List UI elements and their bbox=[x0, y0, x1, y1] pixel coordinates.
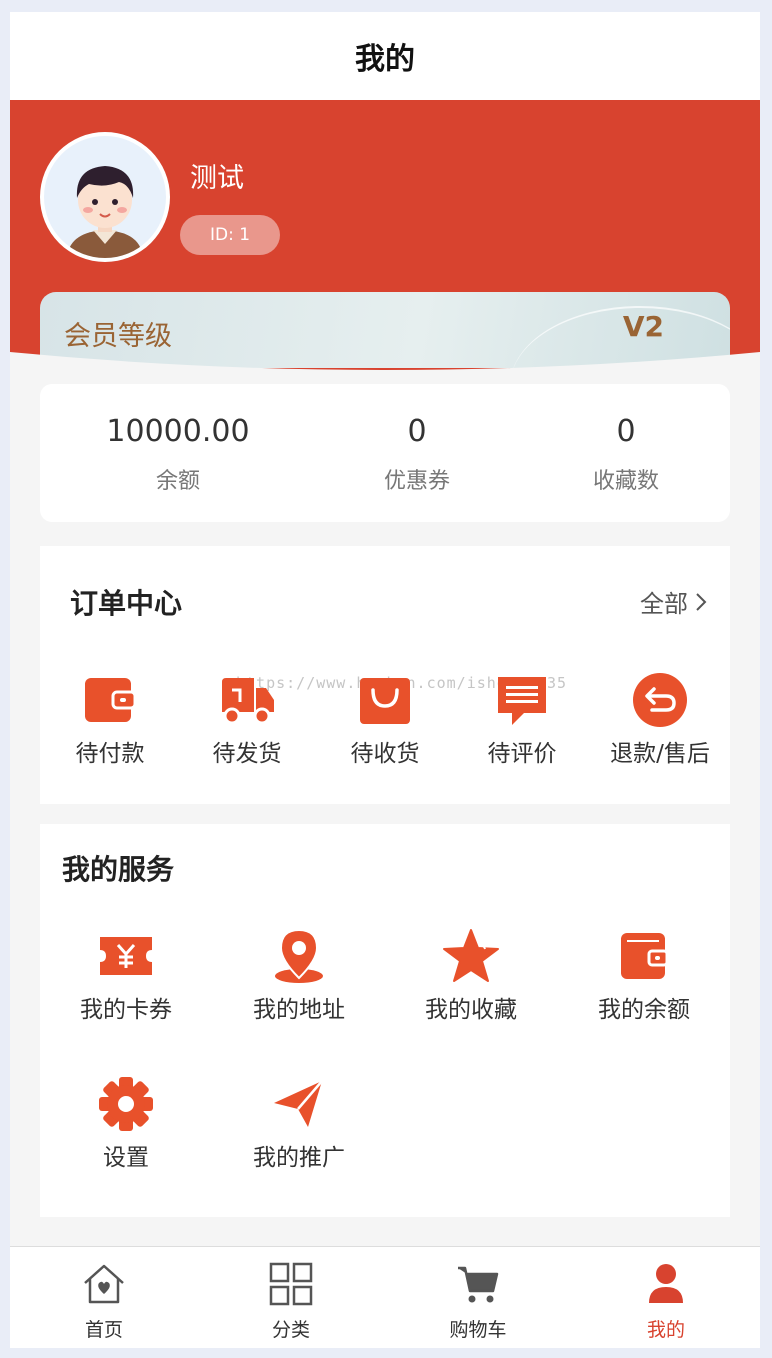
tab-label: 分类 bbox=[271, 1319, 310, 1341]
username: 测试 bbox=[190, 163, 244, 194]
stats-card: 10000.00 余额 0 优惠券 0 收藏数 bbox=[40, 384, 730, 522]
user-icon bbox=[649, 1264, 683, 1303]
stat-value: 10000.00 bbox=[106, 414, 250, 449]
order-pending-receipt[interactable]: 待收货 bbox=[315, 670, 455, 768]
tab-label: 首页 bbox=[84, 1319, 123, 1341]
order-pending-payment[interactable]: 待付款 bbox=[40, 670, 180, 768]
service-my-address[interactable]: 我的地址 bbox=[229, 926, 369, 1024]
gear-icon bbox=[99, 1077, 153, 1131]
view-all-orders-link[interactable]: 全部 bbox=[640, 584, 708, 619]
star-icon bbox=[443, 929, 499, 982]
app-frame: 我的 测试 ID: 1 会员等级 V2 10000.00 余额 0 优惠券 0 … bbox=[10, 12, 760, 1348]
order-item-label: 待收货 bbox=[350, 741, 420, 767]
page-title: 我的 bbox=[355, 42, 415, 77]
order-item-label: 退款/售后 bbox=[610, 741, 710, 767]
stat-value: 0 bbox=[407, 414, 427, 449]
service-item-label: 我的收藏 bbox=[425, 997, 517, 1023]
service-my-balance[interactable]: 我的余额 bbox=[574, 926, 714, 1024]
comment-icon bbox=[498, 677, 546, 725]
wallet-icon bbox=[85, 678, 137, 722]
navbar: 我的 bbox=[10, 12, 760, 100]
my-services-title: 我的服务 bbox=[62, 853, 175, 886]
home-icon bbox=[84, 1264, 124, 1304]
order-item-label: 待发货 bbox=[212, 741, 282, 767]
stat-balance[interactable]: 10000.00 余额 bbox=[88, 414, 268, 495]
order-item-label: 待付款 bbox=[75, 741, 145, 767]
member-level-value: V2 bbox=[622, 310, 664, 343]
wallet-icon bbox=[621, 933, 669, 979]
view-all-label: 全部 bbox=[640, 590, 688, 618]
cart-icon bbox=[458, 1266, 499, 1303]
shopping-bag-icon bbox=[360, 678, 410, 724]
service-my-promotion[interactable]: 我的推广 bbox=[229, 1074, 369, 1172]
stat-label: 优惠券 bbox=[383, 469, 450, 494]
avatar-icon bbox=[67, 166, 143, 258]
order-refund-aftersale[interactable]: 退款/售后 bbox=[590, 670, 730, 768]
order-center-card: 订单中心 全部 https://www.huzhan.com/ishop1113… bbox=[40, 546, 730, 804]
truck-icon bbox=[222, 678, 274, 725]
service-my-favorites[interactable]: 我的收藏 bbox=[401, 926, 541, 1024]
tab-cart[interactable]: 购物车 bbox=[418, 1261, 538, 1342]
stat-coupons[interactable]: 0 优惠券 bbox=[357, 414, 477, 495]
order-pending-review[interactable]: 待评价 bbox=[452, 670, 592, 768]
service-item-label: 我的卡券 bbox=[80, 997, 172, 1023]
chevron-right-icon bbox=[696, 592, 707, 611]
tab-home[interactable]: 首页 bbox=[44, 1261, 164, 1342]
stat-label: 收藏数 bbox=[592, 469, 659, 494]
service-item-label: 我的地址 bbox=[253, 997, 345, 1023]
location-icon bbox=[275, 928, 323, 983]
order-item-label: 待评价 bbox=[487, 741, 557, 767]
grid-icon bbox=[269, 1262, 313, 1306]
coupon-icon bbox=[100, 937, 152, 975]
stat-favorites[interactable]: 0 收藏数 bbox=[566, 414, 686, 495]
tab-label: 我的 bbox=[646, 1319, 685, 1341]
my-services-card: 我的服务 我的卡券 我的地址 我的收藏 我的余额 设置 我的推广 bbox=[40, 824, 730, 1217]
service-item-label: 我的余额 bbox=[598, 997, 690, 1023]
order-pending-shipment[interactable]: 待发货 bbox=[177, 670, 317, 768]
service-my-coupons[interactable]: 我的卡券 bbox=[56, 926, 196, 1024]
return-icon bbox=[633, 673, 687, 727]
bottom-tab-bar: 首页 分类 购物车 我的 bbox=[10, 1246, 760, 1348]
stat-value: 0 bbox=[616, 414, 636, 449]
stat-label: 余额 bbox=[155, 469, 200, 494]
tab-category[interactable]: 分类 bbox=[231, 1261, 351, 1342]
service-item-label: 我的推广 bbox=[253, 1145, 345, 1171]
tab-mine[interactable]: 我的 bbox=[606, 1261, 726, 1342]
service-settings[interactable]: 设置 bbox=[56, 1074, 196, 1172]
order-center-title: 订单中心 bbox=[70, 587, 183, 620]
service-item-label: 设置 bbox=[103, 1145, 149, 1171]
tab-label: 购物车 bbox=[449, 1319, 507, 1341]
paper-plane-icon bbox=[274, 1080, 323, 1127]
avatar[interactable] bbox=[40, 132, 170, 262]
user-id-badge: ID: 1 bbox=[180, 215, 280, 255]
